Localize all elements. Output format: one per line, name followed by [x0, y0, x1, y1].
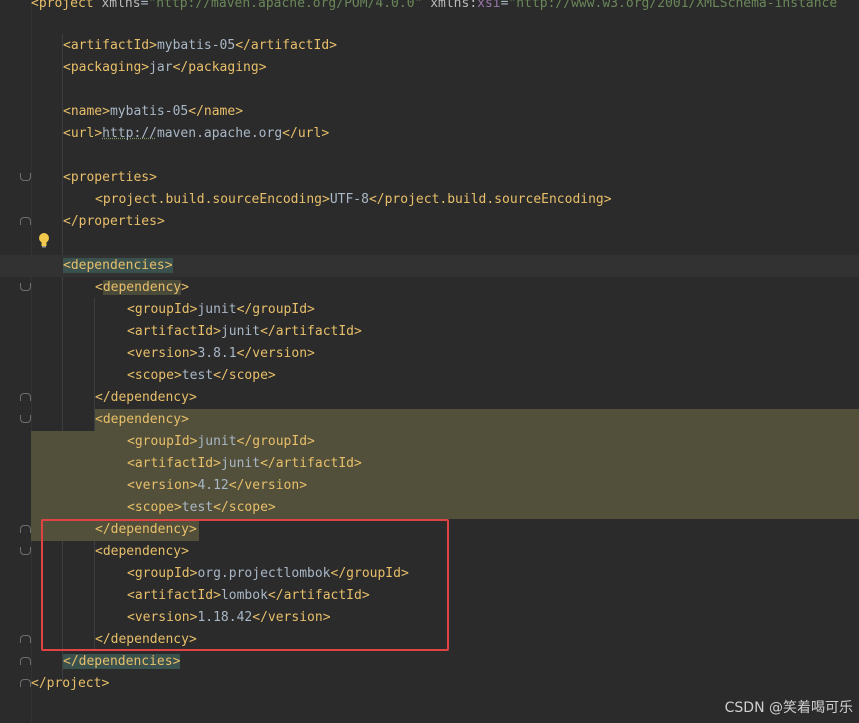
code-line[interactable]: <scope>test</scope>	[0, 365, 859, 387]
code-line[interactable]: <name>mybatis-05</name>	[0, 101, 859, 123]
code-line[interactable]: <artifactId>junit</artifactId>	[0, 453, 859, 475]
watermark: CSDN @笑着喝可乐	[724, 700, 853, 716]
code-line[interactable]: <packaging>jar</packaging>	[0, 57, 859, 79]
code-line[interactable]: <url>http://maven.apache.org</url>	[0, 123, 859, 145]
code-line[interactable]: <dependency>	[0, 277, 859, 299]
code-line[interactable]: <project.build.sourceEncoding>UTF-8</pro…	[0, 189, 859, 211]
code-line[interactable]: <artifactId>mybatis-05</artifactId>	[0, 35, 859, 57]
code-line[interactable]: <dependency>	[0, 409, 859, 431]
code-line[interactable]: </properties>	[0, 211, 859, 233]
code-line[interactable]: </project>	[0, 673, 859, 695]
code-line[interactable]: </dependency>	[0, 387, 859, 409]
code-line-current[interactable]: <dependencies>	[0, 255, 859, 277]
code-line[interactable]: <properties>	[0, 167, 859, 189]
lightbulb-icon[interactable]	[38, 232, 50, 248]
code-line[interactable]: <version>3.8.1</version>	[0, 343, 859, 365]
code-line[interactable]: <project xmlns="http://maven.apache.org/…	[0, 0, 859, 15]
annotation-box	[41, 519, 449, 651]
code-line[interactable]: <version>4.12</version>	[0, 475, 859, 497]
code-line[interactable]: </dependencies>	[0, 651, 859, 673]
code-line[interactable]: <groupId>junit</groupId>	[0, 431, 859, 453]
code-line[interactable]: <artifactId>junit</artifactId>	[0, 321, 859, 343]
code-line[interactable]: <groupId>junit</groupId>	[0, 299, 859, 321]
code-line[interactable]: <scope>test</scope>	[0, 497, 859, 519]
